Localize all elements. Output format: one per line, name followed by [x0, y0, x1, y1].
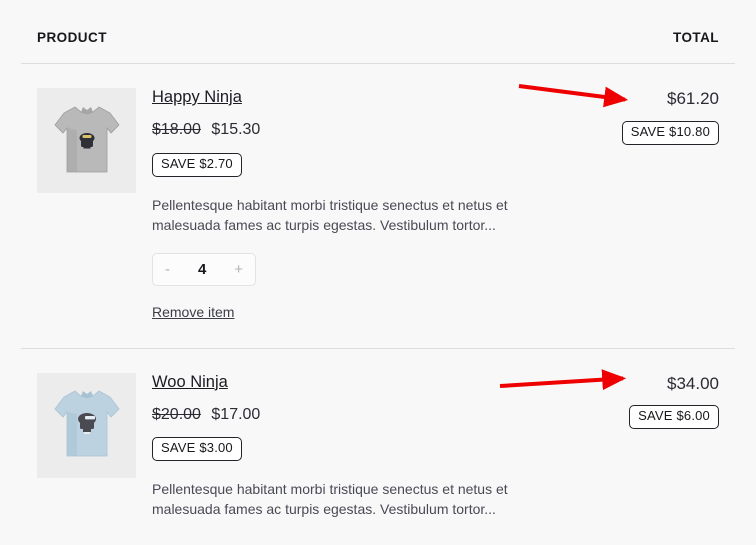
- tshirt-icon: [53, 390, 120, 457]
- line-total-amount: $61.20: [667, 89, 719, 108]
- tshirt-icon: [53, 106, 120, 172]
- line-total-amount: $34.00: [667, 373, 719, 393]
- total-save-badge: SAVE $10.80: [621, 120, 719, 145]
- unit-save-badge: SAVE $3.00: [152, 437, 242, 462]
- cart-row: Woo Ninja $20.00 $17.00 SAVE $3.00 Pelle…: [21, 349, 735, 545]
- total-save-badge: SAVE $6.00: [629, 405, 719, 430]
- unit-save-badge-row: SAVE $2.70: [152, 152, 549, 177]
- unit-price-line: $20.00 $17.00: [152, 406, 549, 424]
- product-description: Pellentesque habitant morbi tristique se…: [152, 196, 508, 233]
- product-thumbnail[interactable]: [37, 88, 136, 193]
- discounted-price: $15.30: [211, 121, 261, 138]
- product-thumbnail-cell: [37, 88, 136, 322]
- product-description: Pellentesque habitant morbi tristique se…: [152, 481, 508, 518]
- total-save-badge-row: SAVE $6.00: [549, 405, 719, 430]
- quantity-value[interactable]: 4: [198, 261, 206, 278]
- remove-item-link[interactable]: Remove item: [152, 304, 234, 320]
- product-thumbnail-cell: [37, 372, 136, 520]
- cart-table: PRODUCT TOTAL Happy Ninja $18.00 $15.30 …: [0, 0, 756, 521]
- quantity-stepper[interactable]: - 4 +: [152, 252, 256, 286]
- column-header-total: TOTAL: [673, 30, 719, 45]
- original-price: $18.00: [152, 121, 201, 138]
- original-price: $20.00: [152, 405, 201, 423]
- cart-row: Happy Ninja $18.00 $15.30 SAVE $2.70 Pel…: [21, 64, 735, 349]
- product-name-link[interactable]: Happy Ninja: [152, 88, 242, 107]
- product-info-cell: Happy Ninja $18.00 $15.30 SAVE $2.70 Pel…: [136, 88, 549, 322]
- column-header-product: PRODUCT: [37, 30, 107, 45]
- cart-table-header: PRODUCT TOTAL: [21, 0, 735, 64]
- product-total-cell: $61.20 SAVE $10.80: [549, 88, 719, 322]
- unit-save-badge-row: SAVE $3.00: [152, 437, 549, 462]
- total-save-badge-row: SAVE $10.80: [549, 120, 719, 145]
- product-total-cell: $34.00 SAVE $6.00: [549, 373, 719, 520]
- quantity-decrease-button[interactable]: -: [165, 262, 170, 277]
- product-thumbnail[interactable]: [37, 372, 136, 478]
- unit-save-badge: SAVE $2.70: [152, 152, 242, 177]
- unit-price-line: $18.00 $15.30: [152, 121, 549, 139]
- product-name-link[interactable]: Woo Ninja: [152, 373, 228, 392]
- quantity-increase-button[interactable]: +: [234, 262, 243, 277]
- discounted-price: $17.00: [211, 405, 261, 423]
- product-info-cell: Woo Ninja $20.00 $17.00 SAVE $3.00 Pelle…: [136, 373, 549, 520]
